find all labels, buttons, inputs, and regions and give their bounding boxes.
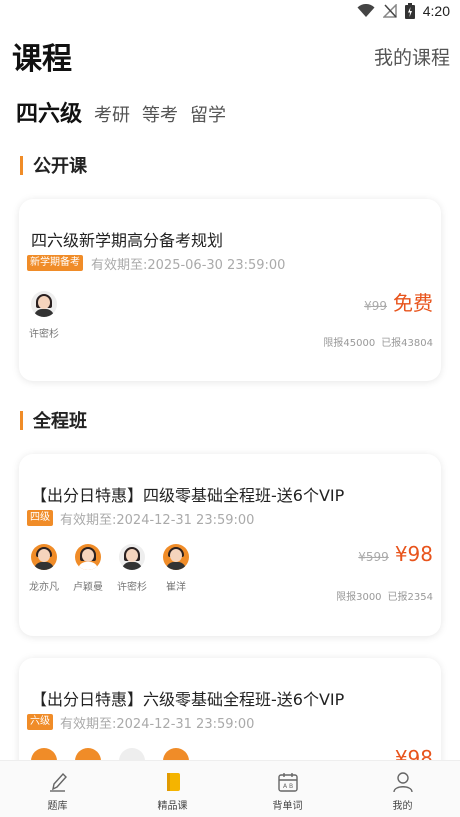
teacher[interactable]: 许密杉 — [27, 291, 61, 340]
tab-cet[interactable]: 四六级 — [16, 96, 82, 128]
teacher[interactable]: 崔洋 — [159, 544, 193, 593]
no-signal-icon — [382, 4, 397, 18]
nav-item-premium-courses[interactable]: 精品课 — [115, 761, 230, 817]
tab-study-abroad[interactable]: 留学 — [190, 101, 226, 127]
section-accent-bar — [20, 410, 23, 430]
calendar-icon: A B — [275, 769, 301, 795]
section-heading-open-course: 公开课 — [20, 152, 87, 178]
teacher-name: 卢颖曼 — [73, 582, 103, 593]
teacher-list: 龙亦凡 卢颖曼 许密杉 崔洋 — [27, 544, 193, 593]
original-price: ¥599 — [358, 550, 389, 564]
section-title: 公开课 — [33, 156, 87, 177]
teacher-name: 许密杉 — [29, 329, 59, 340]
course-validity: 有效期至:2024-12-31 23:59:00 — [60, 513, 255, 528]
svg-text:A B: A B — [283, 783, 293, 790]
price-box: ¥599 ¥98 — [358, 542, 433, 566]
section-heading-full-course: 全程班 — [20, 407, 87, 433]
limit-count: 限报45000 — [323, 338, 376, 349]
course-tag: 新学期备考 — [27, 255, 83, 271]
enrollment-quota: 限报45000 已报43804 — [323, 334, 433, 349]
teacher[interactable]: 龙亦凡 — [27, 544, 61, 593]
course-title: 四六级新学期高分备考规划 — [31, 231, 224, 250]
page-title: 课程 — [12, 42, 72, 77]
status-time: 4:20 — [422, 3, 450, 19]
tab-ncre[interactable]: 等考 — [142, 101, 178, 127]
course-title: 【出分日特惠】六级零基础全程班-送6个VIP — [31, 690, 345, 709]
category-tabs: 四六级 考研 等考 留学 — [16, 96, 226, 128]
teacher[interactable]: 卢颖曼 — [71, 544, 105, 593]
my-courses-link[interactable]: 我的课程 — [374, 43, 450, 70]
bottom-nav: 题库 精品课 A B 背单词 我的 — [0, 760, 460, 817]
nav-label: 精品课 — [157, 801, 188, 812]
pencil-icon — [45, 769, 71, 795]
section-accent-bar — [20, 155, 23, 175]
course-tag: 六级 — [27, 714, 53, 730]
enrolled-count: 已报2354 — [387, 592, 433, 603]
course-card[interactable]: 四六级新学期高分备考规划 新学期备考 有效期至:2025-06-30 23:59… — [19, 199, 441, 381]
avatar — [31, 544, 57, 570]
teacher-name: 许密杉 — [117, 582, 147, 593]
wifi-icon — [357, 4, 375, 17]
course-validity: 有效期至:2025-06-30 23:59:00 — [91, 258, 286, 273]
original-price: ¥99 — [364, 299, 387, 313]
price-box: ¥99 免费 — [364, 287, 433, 316]
course-validity: 有效期至:2024-12-31 23:59:00 — [60, 717, 255, 732]
nav-label: 题库 — [47, 801, 68, 812]
course-tag: 四级 — [27, 510, 53, 526]
avatar — [75, 544, 101, 570]
teacher-name: 崔洋 — [166, 582, 186, 593]
avatar — [163, 544, 189, 570]
nav-item-vocabulary[interactable]: A B 背单词 — [230, 761, 345, 817]
enrolled-count: 已报43804 — [381, 338, 433, 349]
limit-count: 限报3000 — [336, 592, 382, 603]
book-icon — [160, 769, 186, 795]
person-icon — [390, 769, 416, 795]
teacher[interactable]: 许密杉 — [115, 544, 149, 593]
course-card[interactable]: 【出分日特惠】四级零基础全程班-送6个VIP 四级 有效期至:2024-12-3… — [19, 454, 441, 636]
course-title: 【出分日特惠】四级零基础全程班-送6个VIP — [31, 486, 345, 505]
header: 课程 我的课程 — [0, 34, 460, 78]
avatar — [31, 291, 57, 317]
enrollment-quota: 限报3000 已报2354 — [336, 588, 433, 603]
current-price: ¥98 — [394, 542, 433, 566]
current-price: 免费 — [393, 291, 433, 315]
teacher-name: 龙亦凡 — [29, 582, 59, 593]
section-title: 全程班 — [33, 411, 87, 432]
status-bar: 4:20 — [0, 0, 460, 26]
avatar — [119, 544, 145, 570]
nav-item-question-bank[interactable]: 题库 — [0, 761, 115, 817]
battery-icon — [404, 3, 415, 19]
nav-label: 背单词 — [272, 801, 303, 812]
nav-item-profile[interactable]: 我的 — [345, 761, 460, 817]
teacher-list: 许密杉 — [27, 291, 61, 340]
nav-label: 我的 — [392, 801, 413, 812]
tab-postgrad[interactable]: 考研 — [94, 101, 130, 127]
